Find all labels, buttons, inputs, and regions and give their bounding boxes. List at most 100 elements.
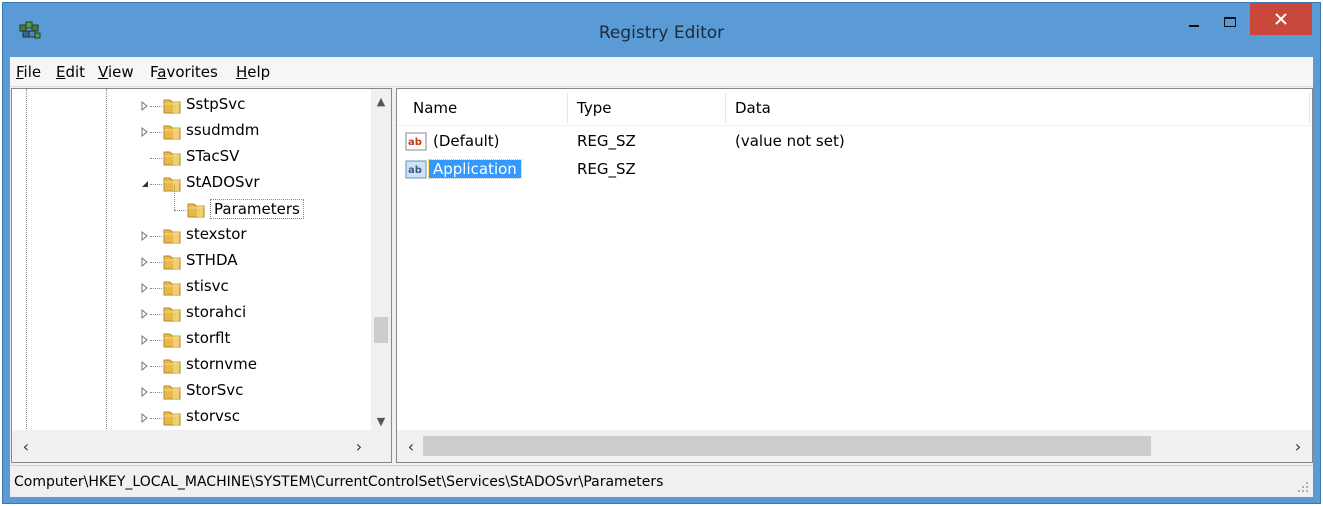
tree-item-label: stornvme — [186, 355, 258, 373]
scroll-left-arrow-icon[interactable]: ‹ — [14, 430, 38, 462]
tree-item[interactable]: STacSV — [12, 145, 372, 171]
column-header-type[interactable]: Type — [577, 99, 611, 117]
tree-item[interactable]: storflt — [12, 327, 372, 353]
tree-item[interactable]: storvsc — [12, 405, 372, 431]
column-separator[interactable] — [567, 93, 568, 123]
string-value-icon: ab — [405, 132, 427, 151]
tree-item[interactable]: storahci — [12, 301, 372, 327]
resize-grip-icon[interactable] — [1297, 481, 1309, 493]
minimize-button[interactable] — [1176, 5, 1212, 39]
svg-text:ab: ab — [408, 165, 422, 176]
expand-arrow-icon[interactable] — [140, 127, 150, 137]
tree-connector-line — [150, 288, 162, 289]
tree-item[interactable]: stisvc — [12, 275, 372, 301]
tree-item-label: ssudmdm — [186, 121, 260, 139]
tree-item[interactable]: stexstor — [12, 223, 372, 249]
column-separator[interactable] — [1309, 93, 1310, 123]
tree-item[interactable]: Parameters — [12, 185, 372, 223]
tree-connector-line — [150, 106, 162, 107]
expand-arrow-icon[interactable] — [140, 309, 150, 319]
expand-arrow-icon[interactable] — [140, 283, 150, 293]
menu-view-accelerator: V — [98, 63, 108, 81]
value-row-application[interactable]: ab Application REG_SZ — [405, 157, 1285, 183]
close-icon — [1275, 13, 1287, 25]
tree-item[interactable]: SstpSvc — [12, 93, 372, 119]
tree-item-label: stexstor — [186, 225, 247, 243]
folder-icon — [163, 99, 181, 114]
expand-arrow-icon[interactable] — [140, 413, 150, 423]
tree-connector-line — [150, 184, 162, 185]
tree-item[interactable]: STHDA — [12, 249, 372, 275]
key-tree[interactable]: SstpSvc ssudmdm STacSV StADOSvr Parameters st… — [12, 89, 372, 431]
scroll-right-arrow-icon[interactable]: › — [1286, 430, 1310, 462]
menu-favorites-label: vorites — [166, 63, 218, 81]
tree-connector-line — [150, 158, 162, 159]
tree-connector-line — [150, 132, 162, 133]
title-bar[interactable]: Registry Editor — [3, 3, 1320, 57]
tree-item[interactable]: stornvme — [12, 353, 372, 379]
tree-connector-line — [150, 418, 162, 419]
column-header-data[interactable]: Data — [735, 99, 771, 117]
menu-file-accelerator: F — [16, 63, 24, 81]
status-bar: Computer\HKEY_LOCAL_MACHINE\SYSTEM\Curre… — [10, 465, 1313, 497]
tree-connector-line — [150, 392, 162, 393]
menu-file[interactable]: File — [16, 63, 41, 81]
tree-connector-line — [150, 314, 162, 315]
folder-icon — [163, 151, 181, 166]
folder-icon — [163, 333, 181, 348]
tree-connector-line — [174, 210, 186, 211]
header-divider — [397, 125, 1312, 126]
tree-vertical-scrollbar[interactable]: ▲ ▼ — [371, 89, 391, 431]
menu-edit-label: dit — [65, 63, 86, 81]
scroll-left-arrow-icon[interactable]: ‹ — [399, 430, 423, 462]
tree-horizontal-scrollbar[interactable]: ‹ › — [12, 430, 391, 462]
values-list-pane[interactable]: Name Type Data ab (Default) REG_SZ (valu… — [396, 88, 1313, 463]
menu-file-label: ile — [23, 63, 42, 81]
menu-favorites[interactable]: Favorites — [150, 63, 218, 81]
value-name-selected: Application — [428, 159, 522, 179]
tree-item-label: storflt — [186, 329, 231, 347]
tree-item[interactable]: StADOSvr — [12, 171, 372, 197]
expand-arrow-icon[interactable] — [140, 335, 150, 345]
value-name: (Default) — [433, 132, 500, 150]
registry-editor-window: Registry Editor File Edit View Favorites… — [2, 2, 1321, 504]
tree-item-label: storvsc — [186, 407, 240, 425]
tree-scroll-thumb[interactable] — [374, 317, 388, 343]
scroll-down-arrow-icon[interactable]: ▼ — [371, 411, 391, 431]
folder-icon — [163, 385, 181, 400]
expand-arrow-icon[interactable] — [140, 361, 150, 371]
minimize-icon — [1189, 25, 1199, 27]
scroll-up-arrow-icon[interactable]: ▲ — [371, 91, 391, 111]
menu-help[interactable]: Help — [236, 63, 270, 81]
expand-arrow-icon[interactable] — [140, 231, 150, 241]
collapse-arrow-icon[interactable] — [140, 179, 150, 189]
expand-arrow-icon[interactable] — [140, 101, 150, 111]
menu-view-label: iew — [107, 63, 134, 81]
client-area: File Edit View Favorites Help SstpSvc ssu… — [10, 57, 1313, 497]
value-row-default[interactable]: ab (Default) REG_SZ (value not set) — [405, 129, 1285, 155]
values-horizontal-scrollbar[interactable]: ‹ › — [397, 430, 1312, 462]
tree-item[interactable]: StorSvc — [12, 379, 372, 405]
folder-icon — [163, 281, 181, 296]
tree-item-label: storahci — [186, 303, 247, 321]
maximize-icon — [1224, 17, 1236, 27]
menu-view[interactable]: View — [98, 63, 134, 81]
maximize-button[interactable] — [1212, 5, 1248, 39]
menu-edit[interactable]: Edit — [56, 63, 85, 81]
scroll-right-arrow-icon[interactable]: › — [347, 430, 371, 462]
menu-bar: File Edit View Favorites Help — [10, 57, 1313, 87]
expand-arrow-icon[interactable] — [140, 387, 150, 397]
tree-item-label: STacSV — [186, 147, 240, 165]
folder-icon — [163, 229, 181, 244]
values-scroll-thumb[interactable] — [423, 436, 1151, 456]
column-separator[interactable] — [725, 93, 726, 123]
column-header-name[interactable]: Name — [413, 99, 457, 117]
close-button[interactable] — [1250, 3, 1312, 35]
expand-arrow-icon[interactable] — [140, 257, 150, 267]
tree-connector-line — [150, 262, 162, 263]
value-data: (value not set) — [735, 132, 845, 150]
folder-icon — [163, 411, 181, 426]
key-tree-pane[interactable]: SstpSvc ssudmdm STacSV StADOSvr Parameters st… — [11, 88, 392, 463]
tree-connector-line — [150, 366, 162, 367]
tree-item[interactable]: ssudmdm — [12, 119, 372, 145]
